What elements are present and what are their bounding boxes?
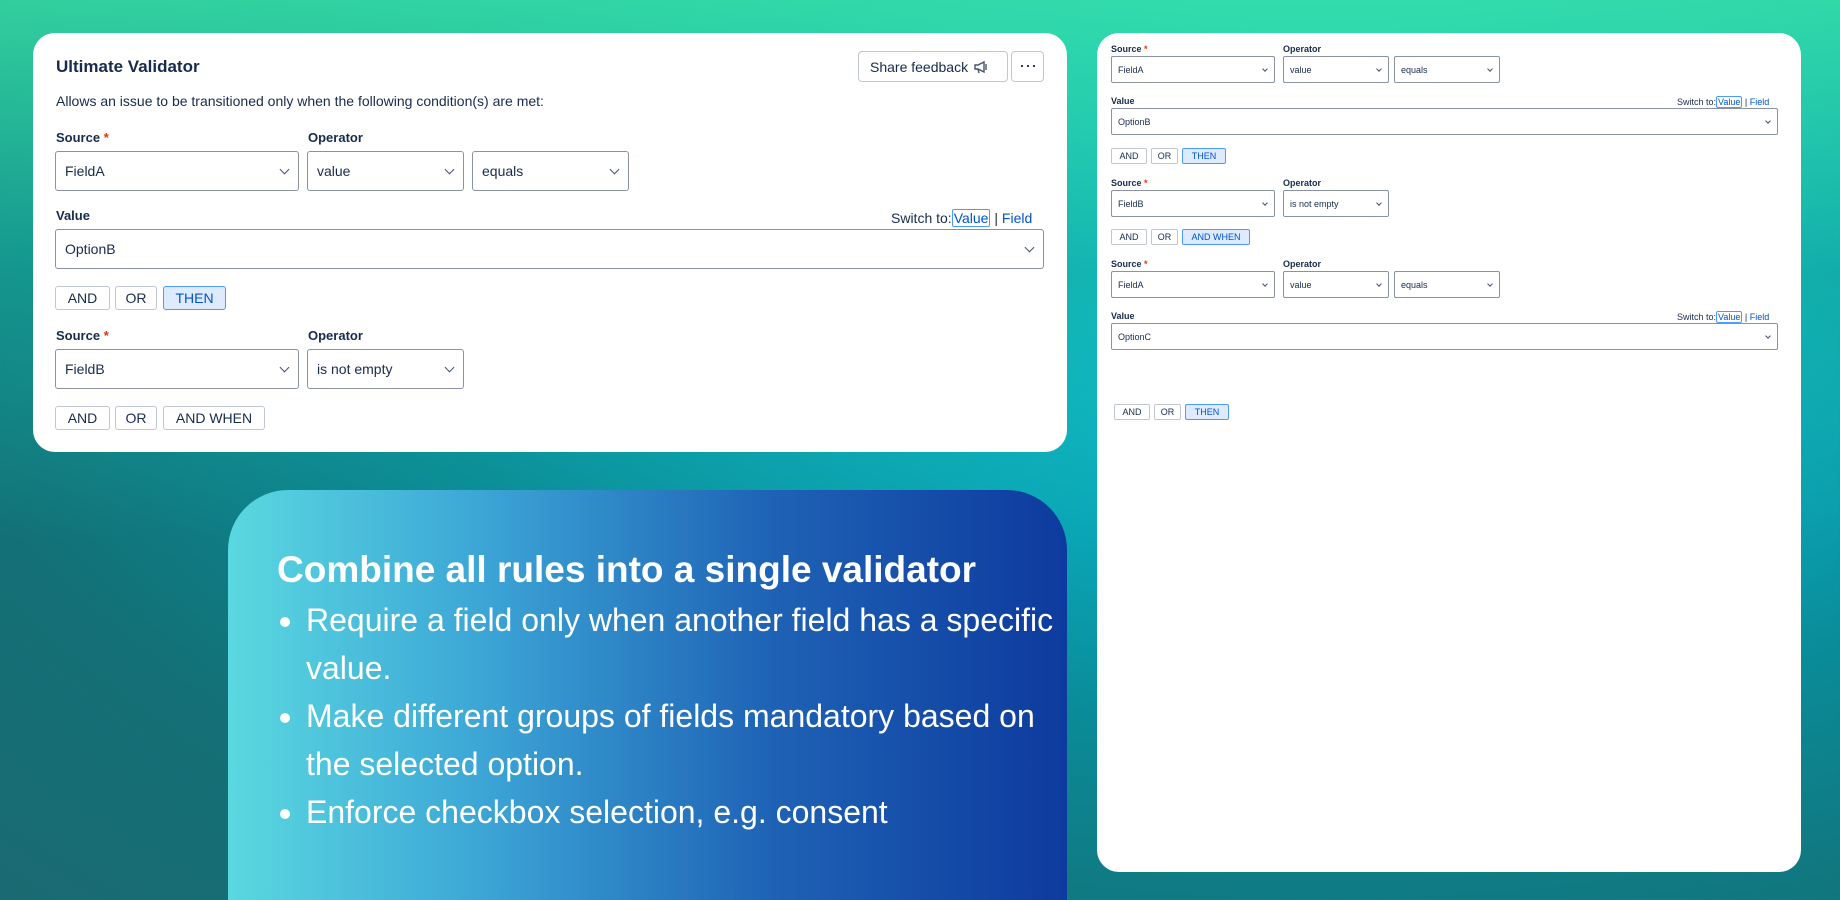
switch-field-link[interactable]: Field — [1002, 210, 1032, 226]
switch-field-link[interactable]: Field — [1750, 97, 1770, 107]
more-icon: ⋯ — [1019, 56, 1037, 76]
switch-value-link[interactable]: Value — [1716, 96, 1743, 108]
chevron-down-icon — [1765, 332, 1771, 339]
source-label: Source * — [1111, 44, 1148, 54]
then-button[interactable]: THEN — [163, 286, 226, 310]
value-select[interactable]: OptionB — [1111, 108, 1778, 135]
source-select[interactable]: FieldA — [1111, 271, 1275, 298]
share-feedback-label: Share feedback — [870, 58, 969, 75]
or-button[interactable]: OR — [115, 406, 157, 430]
or-button[interactable]: OR — [1151, 148, 1178, 164]
and-button[interactable]: AND — [1111, 229, 1147, 245]
or-button[interactable]: OR — [115, 286, 157, 310]
validator-card: Ultimate Validator Allows an issue to be… — [33, 33, 1067, 452]
feature-item: Make different groups of fields mandator… — [306, 692, 1067, 788]
chevron-down-icon — [1262, 280, 1268, 287]
chevron-down-icon — [1262, 199, 1268, 206]
or-button[interactable]: OR — [1151, 229, 1178, 245]
value-select[interactable]: OptionB — [55, 229, 1044, 269]
value-label: Value — [1111, 311, 1135, 321]
chevron-down-icon — [1262, 65, 1268, 72]
operator-label: Operator — [308, 130, 363, 145]
operator-select[interactable]: is not empty — [307, 349, 464, 389]
chevron-down-icon — [609, 164, 620, 174]
comparator-select[interactable]: equals — [472, 151, 629, 191]
feature-item: Enforce checkbox selection, e.g. consent — [306, 788, 1067, 836]
source-select[interactable]: FieldB — [55, 349, 299, 389]
source-select[interactable]: FieldA — [55, 151, 299, 191]
operator-select[interactable]: value — [1283, 56, 1389, 83]
operator-label: Operator — [308, 328, 363, 343]
switch-field-link[interactable]: Field — [1750, 312, 1770, 322]
value-label: Value — [56, 208, 90, 223]
operator-label: Operator — [1283, 44, 1322, 54]
value-select[interactable]: OptionC — [1111, 323, 1778, 350]
value-label: Value — [1111, 96, 1135, 106]
and-when-button[interactable]: AND WHEN — [163, 406, 265, 430]
chevron-down-icon — [1487, 65, 1493, 72]
and-button[interactable]: AND — [55, 286, 110, 310]
chevron-down-icon — [279, 164, 290, 174]
chevron-down-icon — [1376, 65, 1382, 72]
operator-label: Operator — [1283, 178, 1322, 188]
panel-heading: Combine all rules into a single validato… — [277, 549, 977, 590]
chevron-down-icon — [1765, 117, 1771, 124]
validator-description: Allows an issue to be transitioned only … — [56, 93, 544, 109]
and-button[interactable]: AND — [55, 406, 110, 430]
operator-select[interactable]: value — [307, 151, 464, 191]
operator-label: Operator — [1283, 259, 1322, 269]
operator-select[interactable]: is not empty — [1283, 190, 1389, 217]
feature-list: Require a field only when another field … — [306, 596, 1067, 836]
feature-panel: Combine all rules into a single validato… — [228, 490, 1067, 900]
source-label: Source * — [56, 328, 109, 343]
source-select[interactable]: FieldA — [1111, 56, 1275, 83]
validator-title: Ultimate Validator — [56, 57, 200, 76]
then-button[interactable]: THEN — [1185, 404, 1229, 420]
more-options-button[interactable]: ⋯ — [1011, 51, 1044, 82]
source-select[interactable]: FieldB — [1111, 190, 1275, 217]
then-button[interactable]: THEN — [1182, 148, 1226, 164]
switch-value-link[interactable]: Value — [951, 209, 991, 227]
chevron-down-icon — [1024, 242, 1035, 252]
and-button[interactable]: AND — [1114, 404, 1150, 420]
comparator-select[interactable]: equals — [1394, 271, 1500, 298]
megaphone-icon — [974, 60, 987, 73]
switch-to: Switch to: Value | Field — [1677, 96, 1770, 108]
share-feedback-button[interactable]: Share feedback — [858, 51, 1008, 82]
comparator-select[interactable]: equals — [1394, 56, 1500, 83]
switch-to: Switch to: Value | Field — [891, 209, 1033, 227]
switch-value-link[interactable]: Value — [1716, 311, 1743, 323]
or-button[interactable]: OR — [1154, 404, 1181, 420]
validator-detail-card: Source * Operator FieldA value equals Va… — [1097, 33, 1801, 872]
operator-select[interactable]: value — [1283, 271, 1389, 298]
chevron-down-icon — [1487, 280, 1493, 287]
and-button[interactable]: AND — [1111, 148, 1147, 164]
source-label: Source * — [1111, 259, 1148, 269]
switch-to: Switch to: Value | Field — [1677, 311, 1770, 323]
feature-item: Require a field only when another field … — [306, 596, 1067, 692]
and-when-button[interactable]: AND WHEN — [1182, 229, 1250, 245]
chevron-down-icon — [1376, 199, 1382, 206]
source-label: Source * — [56, 130, 109, 145]
chevron-down-icon — [279, 362, 290, 372]
source-label: Source * — [1111, 178, 1148, 188]
chevron-down-icon — [1376, 280, 1382, 287]
chevron-down-icon — [444, 164, 455, 174]
chevron-down-icon — [444, 362, 455, 372]
